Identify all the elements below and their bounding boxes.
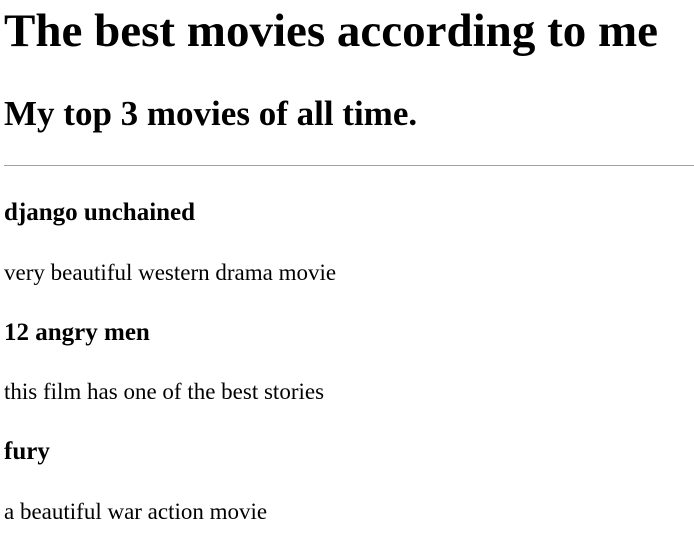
page-subtitle: My top 3 movies of all time. <box>4 94 418 133</box>
movie-title-12-angry-men: 12 angry men <box>4 319 150 346</box>
movie-description-django-unchained: very beautiful western drama movie <box>4 260 337 285</box>
movie-title-fury: fury <box>4 438 50 465</box>
movie-description-fury: a beautiful war action movie <box>4 499 268 524</box>
movie-description-12-angry-men: this film has one of the best stories <box>4 379 325 404</box>
page-title: The best movies according to me <box>4 5 658 57</box>
movie-title-django-unchained: django unchained <box>4 199 196 226</box>
page-content: The best movies according to me My top 3… <box>4 0 694 550</box>
divider <box>4 165 694 166</box>
